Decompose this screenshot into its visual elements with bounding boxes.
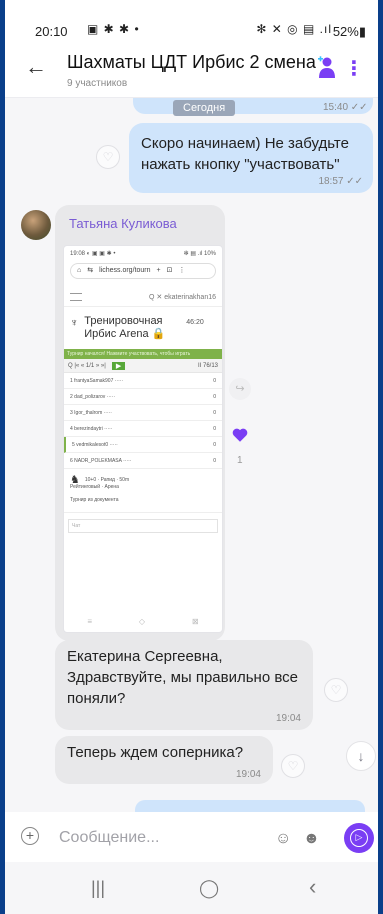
table-row: 5 vedmikalesot0 ····· 0 (64, 437, 222, 453)
system-icons: ✻ ✕ ◎ ▤ .ıl (256, 22, 332, 36)
table-row: 2 dad_polizarov ····· 0 (64, 389, 222, 405)
battery-indicator: 52%▮ (332, 24, 366, 39)
shot-close-icon: ✕ (156, 293, 163, 301)
incoming-message[interactable]: Екатерина Сергеевна, Здравствуйте, мы пр… (55, 640, 313, 730)
back-arrow-icon[interactable]: ← (25, 54, 47, 80)
shot-pager-right: II 76/13 (197, 362, 218, 369)
heart-filled-icon[interactable] (231, 426, 249, 444)
shot-nav-recent-icon: ≡ (87, 617, 93, 626)
shot-nav-back-icon: ⊠ (191, 617, 199, 626)
shot-status-bar: 19:08 ◐ ▣ ▣ ✱ • ✻ ▤ .ıl 10% (64, 246, 222, 261)
heart-reaction-icon[interactable]: ♡ (281, 754, 305, 778)
row-player: 2 dad_polizarov ····· (70, 393, 116, 400)
row-player: 3 Igor_thalrom ····· (70, 409, 112, 416)
table-row: 6 NADR_POLEKMASA ····· 0 (64, 453, 222, 469)
prev-message-time: 15:40 ✓✓ (323, 102, 368, 113)
shot-nav-home-icon: ◇ (138, 617, 146, 626)
heart-reaction-icon[interactable]: ♡ (96, 145, 120, 169)
attach-plus-icon[interactable]: + (21, 827, 39, 845)
message-time: 18:57 ✓✓ (318, 176, 363, 187)
shot-status-right: ✻ ▤ .ıl 10% (183, 251, 216, 257)
more-options-icon[interactable]: ⋮ (344, 56, 364, 81)
shot-banner: Турнир начался! Нажмите участвовать, что… (64, 349, 222, 359)
shot-tournament-name: Тренировочная Ирбис Arena 🔒 (84, 315, 166, 340)
table-row: 1 frantyaSamak907 ····· 0 (64, 373, 222, 389)
shot-url-icon: ⇆ (87, 267, 94, 274)
emoji-icon[interactable]: ☺ (275, 830, 291, 848)
heart-reaction-icon[interactable]: ♡ (324, 678, 348, 702)
shared-screenshot-image[interactable]: 19:08 ◐ ▣ ▣ ✱ • ✻ ▤ .ıl 10% ⌂ ⇆ lichess.… (63, 245, 223, 633)
status-bar: 20:10 ▣ ✱ ✱ • ✻ ✕ ◎ ▤ .ıl 52%▮ (5, 0, 378, 40)
message-input[interactable] (49, 820, 337, 856)
recent-apps-icon[interactable]: ||| (91, 878, 105, 899)
shot-info-line2: Рейтинговый · Арена (70, 484, 119, 490)
avatar[interactable] (21, 210, 51, 240)
shot-info-line3: Турнир из документа (70, 497, 119, 503)
shot-info-line1: 10+0 · Рапид · 50m (84, 477, 130, 483)
reaction-count: 1 (237, 455, 243, 466)
shot-status-left: 19:08 ◐ ▣ ▣ ✱ • (70, 251, 116, 257)
notification-icons: ▣ ✱ ✱ • (87, 22, 140, 36)
shot-home-icon: ⌂ (77, 267, 82, 274)
trophy-icon: ♆ (70, 317, 79, 329)
shot-pager-text: Q |« « 1/1 » »| (68, 362, 106, 369)
message-time: 19:04 (235, 769, 261, 780)
table-row: 3 Igor_thalrom ····· 0 (64, 405, 222, 421)
message-time: 19:04 (275, 713, 301, 724)
shot-tournament-info: ♞ 10+0 · Рапид · 50m Рейтинговый · Арена… (64, 469, 222, 513)
shot-username: ekaterinakhan16 (164, 293, 216, 301)
row-value: 0 (213, 409, 216, 416)
message-text: Теперь ждем соперника? (67, 744, 244, 761)
chat-title[interactable]: Шахматы ЦДТ Ирбис 2 смена (67, 52, 316, 73)
row-player: 1 frantyaSamak907 ····· (70, 377, 124, 384)
message-text-line2: нажать кнопку "участвовать" (141, 156, 340, 173)
row-value: 0 (213, 377, 216, 384)
message-text-line1: Скоро начинаем) Не забудьте (141, 135, 349, 152)
row-player: 6 NADR_POLEKMASA ····· (70, 457, 132, 464)
shot-hamburger-icon (70, 292, 82, 301)
row-value: 0 (213, 457, 216, 464)
shot-site-nav-tools: Q ✕ ekaterinakhan16 (149, 293, 216, 301)
home-icon[interactable]: ◯ (199, 878, 219, 899)
shot-chat-box: Чат (68, 519, 218, 533)
shot-pager: Q |« « 1/1 » »| ▶ II 76/13 (64, 359, 222, 373)
forward-icon[interactable]: ↪ (229, 378, 251, 400)
sticker-icon[interactable]: ☻ (303, 830, 320, 848)
shot-menu-icon: ⋮ (178, 267, 186, 274)
outgoing-message[interactable]: Скоро начинаем) Не забудьте нажать кнопк… (129, 123, 373, 193)
message-text: Екатерина Сергеевна, Здравствуйте, мы пр… (67, 648, 298, 707)
shot-tournament-header: ♆ Тренировочная Ирбис Arena 🔒 46:20 (64, 307, 222, 345)
incoming-message[interactable]: Теперь ждем соперника? 19:04 (55, 736, 273, 784)
shot-url: lichess.org/tourn (99, 267, 151, 274)
shot-tabs-icon: ⊡ (166, 267, 173, 274)
shot-join-button: ▶ (111, 361, 126, 370)
row-value: 0 (213, 425, 216, 432)
shot-search-icon: Q (149, 293, 155, 301)
next-message-bubble[interactable] (135, 800, 365, 812)
nav-back-icon[interactable]: ‹ (309, 874, 316, 900)
date-separator: Сегодня (173, 100, 236, 116)
shot-plus-icon: + (156, 267, 161, 274)
shot-site-nav: Q ✕ ekaterinakhan16 (64, 287, 222, 307)
send-button[interactable]: ▷ (344, 823, 374, 853)
phone-screen: 20:10 ▣ ✱ ✱ • ✻ ✕ ◎ ▤ .ıl 52%▮ ← Шахматы… (5, 0, 378, 914)
status-time: 20:10 (35, 24, 68, 39)
add-member-icon[interactable] (316, 56, 338, 80)
table-row: 4 berezindaytri ····· 0 (64, 421, 222, 437)
send-icon: ▷ (350, 829, 368, 847)
system-nav-bar: ||| ◯ ‹ (5, 862, 378, 914)
row-value: 0 (213, 441, 216, 448)
row-player: 5 vedmikalesot0 ····· (72, 441, 118, 448)
shot-nav-bar: ≡ ◇ ⊠ (64, 617, 222, 626)
scroll-down-icon[interactable]: ↓ (346, 741, 376, 771)
message-composer: + ☺ ☻ ▷ (5, 812, 378, 862)
knight-icon: ♞ (70, 474, 80, 486)
chat-header: ← Шахматы ЦДТ Ирбис 2 смена 9 участников… (5, 40, 378, 98)
shot-tournament-time: 46:20 (186, 319, 204, 326)
row-player: 4 berezindaytri ····· (70, 425, 113, 432)
sender-name[interactable]: Татьяна Куликова (69, 216, 177, 231)
shot-url-bar: ⌂ ⇆ lichess.org/tourn + ⊡ ⋮ (70, 263, 216, 279)
row-value: 0 (213, 393, 216, 400)
participants-count: 9 участников (67, 78, 128, 89)
